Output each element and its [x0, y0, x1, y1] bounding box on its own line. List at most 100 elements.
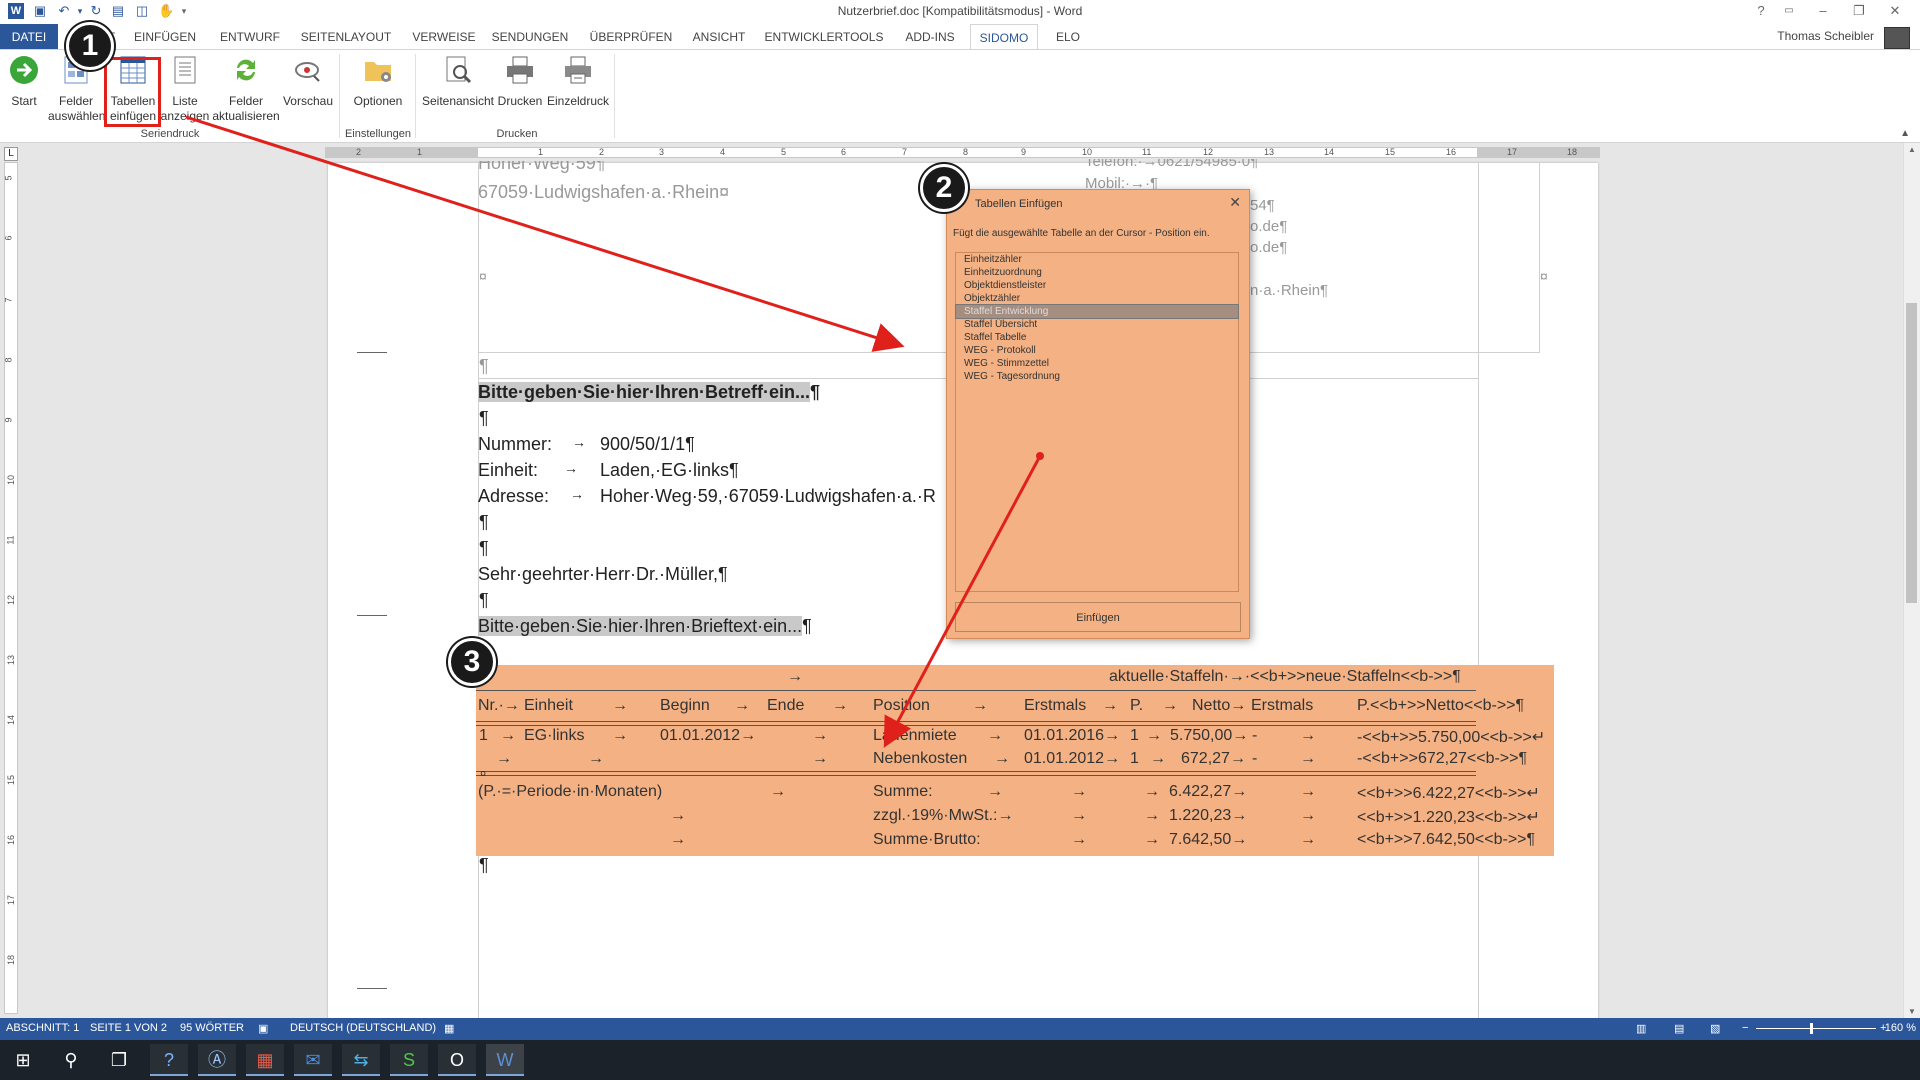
- word-taskbar-icon[interactable]: W: [486, 1044, 524, 1076]
- tab-arrow: →: [570, 486, 584, 502]
- list-item[interactable]: WEG - Protokoll: [956, 344, 1238, 357]
- paragraph-mark: ¶: [479, 538, 489, 558]
- ribbon-display-icon[interactable]: ▭: [1779, 2, 1799, 20]
- table-tab: →: [1300, 831, 1316, 848]
- teamviewer-icon[interactable]: ⇆: [342, 1044, 380, 1076]
- table-tab: →: [1144, 831, 1160, 848]
- list-item[interactable]: Staffel Übersicht: [956, 318, 1238, 331]
- list-item[interactable]: Staffel Tabelle: [956, 331, 1238, 344]
- close-button[interactable]: ✕: [1885, 2, 1905, 20]
- web-layout-icon[interactable]: ▧: [1710, 1022, 1720, 1035]
- list-item[interactable]: Einheitzuordnung: [956, 266, 1238, 279]
- outlook-icon[interactable]: ✉: [294, 1044, 332, 1076]
- table-listbox[interactable]: Einheitzähler Einheitzuordnung Objektdie…: [955, 252, 1239, 592]
- app-green-icon[interactable]: S: [390, 1044, 428, 1076]
- seitenansicht-button[interactable]: Seitenansicht: [420, 54, 496, 109]
- scroll-up-icon[interactable]: ▲: [1908, 145, 1916, 154]
- ruler-tick: 1: [417, 147, 423, 157]
- body-line[interactable]: Bitte·geben·Sie·hier·Ihren·Brieftext·ein…: [478, 616, 812, 637]
- table-tab: →: [972, 697, 988, 714]
- avatar[interactable]: [1884, 27, 1910, 49]
- tab-ansicht[interactable]: ANSICHT: [688, 24, 750, 50]
- status-section[interactable]: ABSCHNITT: 1: [6, 1022, 79, 1034]
- table-rule: [476, 775, 1476, 776]
- tab-sendungen[interactable]: SENDUNGEN: [490, 24, 570, 50]
- task-view-icon[interactable]: ❐: [100, 1044, 138, 1076]
- collapse-ribbon-icon[interactable]: ▲: [1900, 128, 1910, 139]
- scrollbar-thumb[interactable]: [1906, 303, 1917, 603]
- drucken-button[interactable]: Drucken: [496, 54, 544, 109]
- ruler-tick: 5: [781, 147, 787, 157]
- horizontal-ruler[interactable]: 2 1 1 2 3 4 5 6 7 8 9 10 11 12 13 14 15 …: [325, 147, 1600, 158]
- list-item[interactable]: WEG - Tagesordnung: [956, 370, 1238, 383]
- col-beginn: Beginn: [660, 697, 710, 714]
- list-item-selected[interactable]: Staffel Entwicklung: [955, 304, 1239, 319]
- paragraph-mark: ¶: [479, 590, 489, 610]
- ribbon-tabs: DATEI START EINFÜGEN ENTWURF SEITENLAYOU…: [0, 24, 1920, 50]
- tab-entwurf[interactable]: ENTWURF: [214, 24, 286, 50]
- windows-start-icon[interactable]: ⊞: [4, 1044, 42, 1076]
- tab-sidomo[interactable]: SIDOMO: [970, 24, 1038, 50]
- dialog-close-button[interactable]: ✕: [1229, 194, 1241, 211]
- nummer-value: 900/50/1/1¶: [600, 434, 695, 454]
- tab-seitenlayout[interactable]: SEITENLAYOUT: [298, 24, 394, 50]
- help-button[interactable]: ?: [1751, 2, 1771, 20]
- status-words[interactable]: 95 WÖRTER: [180, 1022, 244, 1034]
- felder-aktualisieren-button[interactable]: Felder aktualisieren: [212, 54, 280, 124]
- proofing-icon[interactable]: ▣: [258, 1022, 268, 1035]
- app-red-icon[interactable]: ▦: [246, 1044, 284, 1076]
- zoom-level[interactable]: 160 %: [1885, 1022, 1916, 1034]
- list-item[interactable]: Objektdienstleister: [956, 279, 1238, 292]
- search-icon[interactable]: ⚲: [52, 1044, 90, 1076]
- vruler-tick: 15: [6, 774, 17, 786]
- group-separator: [614, 54, 615, 138]
- scroll-down-icon[interactable]: ▼: [1908, 1007, 1916, 1016]
- subject-placeholder[interactable]: Bitte·geben·Sie·hier·Ihren·Betreff·ein..…: [478, 382, 811, 402]
- optionen-button[interactable]: Optionen: [346, 54, 410, 109]
- body-placeholder[interactable]: Bitte·geben·Sie·hier·Ihren·Brieftext·ein…: [478, 616, 803, 636]
- tabellen-einfuegen-dialog[interactable]: Tabellen Einfügen ✕ Fügt die ausgewählte…: [946, 189, 1250, 639]
- minimize-button[interactable]: –: [1813, 2, 1833, 20]
- status-page[interactable]: SEITE 1 VON 2: [90, 1022, 167, 1034]
- vertical-scrollbar[interactable]: ▲ ▼: [1903, 143, 1920, 1018]
- user-name[interactable]: Thomas Scheibler: [1777, 29, 1874, 43]
- vertical-ruler[interactable]: 5 6 7 8 9 10 11 12 13 14 15 16 17 18: [4, 162, 18, 1014]
- status-language[interactable]: DEUTSCH (DEUTSCHLAND): [290, 1022, 436, 1034]
- help-app-icon[interactable]: ?: [150, 1044, 188, 1076]
- tab-datei[interactable]: DATEI: [0, 24, 58, 50]
- zoom-out-icon[interactable]: −: [1742, 1022, 1748, 1034]
- status-bar: ABSCHNITT: 1 SEITE 1 VON 2 95 WÖRTER ▣ D…: [0, 1018, 1920, 1040]
- ruler-tick: 13: [1264, 147, 1275, 157]
- einfuegen-button[interactable]: Einfügen: [955, 602, 1241, 632]
- tab-ueberpruefen[interactable]: ÜBERPRÜFEN: [586, 24, 676, 50]
- tab-verweise[interactable]: VERWEISE: [408, 24, 480, 50]
- print-layout-icon[interactable]: ▤: [1674, 1022, 1684, 1035]
- nummer-label: Nummer:: [478, 434, 553, 454]
- ruler-tick: 4: [720, 147, 726, 157]
- liste-anzeigen-button[interactable]: Liste anzeigen: [160, 54, 210, 124]
- einzeldruck-button[interactable]: Einzeldruck: [546, 54, 610, 109]
- table-tab: →: [1150, 750, 1166, 767]
- list-item[interactable]: Einheitzähler: [956, 253, 1238, 266]
- list-item[interactable]: WEG - Stimmzettel: [956, 357, 1238, 370]
- foot-summe-label: Summe:: [873, 783, 933, 800]
- maximize-button[interactable]: ❐: [1849, 2, 1869, 20]
- opera-icon[interactable]: O: [438, 1044, 476, 1076]
- app-a-icon[interactable]: Ⓐ: [198, 1044, 236, 1076]
- tab-add-ins[interactable]: ADD-INS: [898, 24, 962, 50]
- read-mode-icon[interactable]: ▥: [1636, 1022, 1646, 1035]
- tab-entwicklertools[interactable]: ENTWICKLERTOOLS: [764, 24, 884, 50]
- tab-einfuegen[interactable]: EINFÜGEN: [130, 24, 200, 50]
- vorschau-button[interactable]: Vorschau: [282, 54, 334, 109]
- zoom-slider[interactable]: [1756, 1028, 1876, 1029]
- vruler-tick: 9: [3, 417, 14, 423]
- tab-selector[interactable]: L: [4, 147, 18, 161]
- list-item[interactable]: Objektzähler: [956, 292, 1238, 305]
- subject-line[interactable]: Bitte·geben·Sie·hier·Ihren·Betreff·ein..…: [478, 382, 820, 403]
- tab-elo[interactable]: ELO: [1046, 24, 1090, 50]
- start-button[interactable]: Start: [6, 54, 42, 109]
- table-tab: →: [1071, 783, 1087, 800]
- zoom-slider-thumb[interactable]: [1810, 1023, 1813, 1034]
- macro-icon[interactable]: ▦: [444, 1022, 454, 1035]
- col-nr: Nr.·→: [478, 697, 520, 714]
